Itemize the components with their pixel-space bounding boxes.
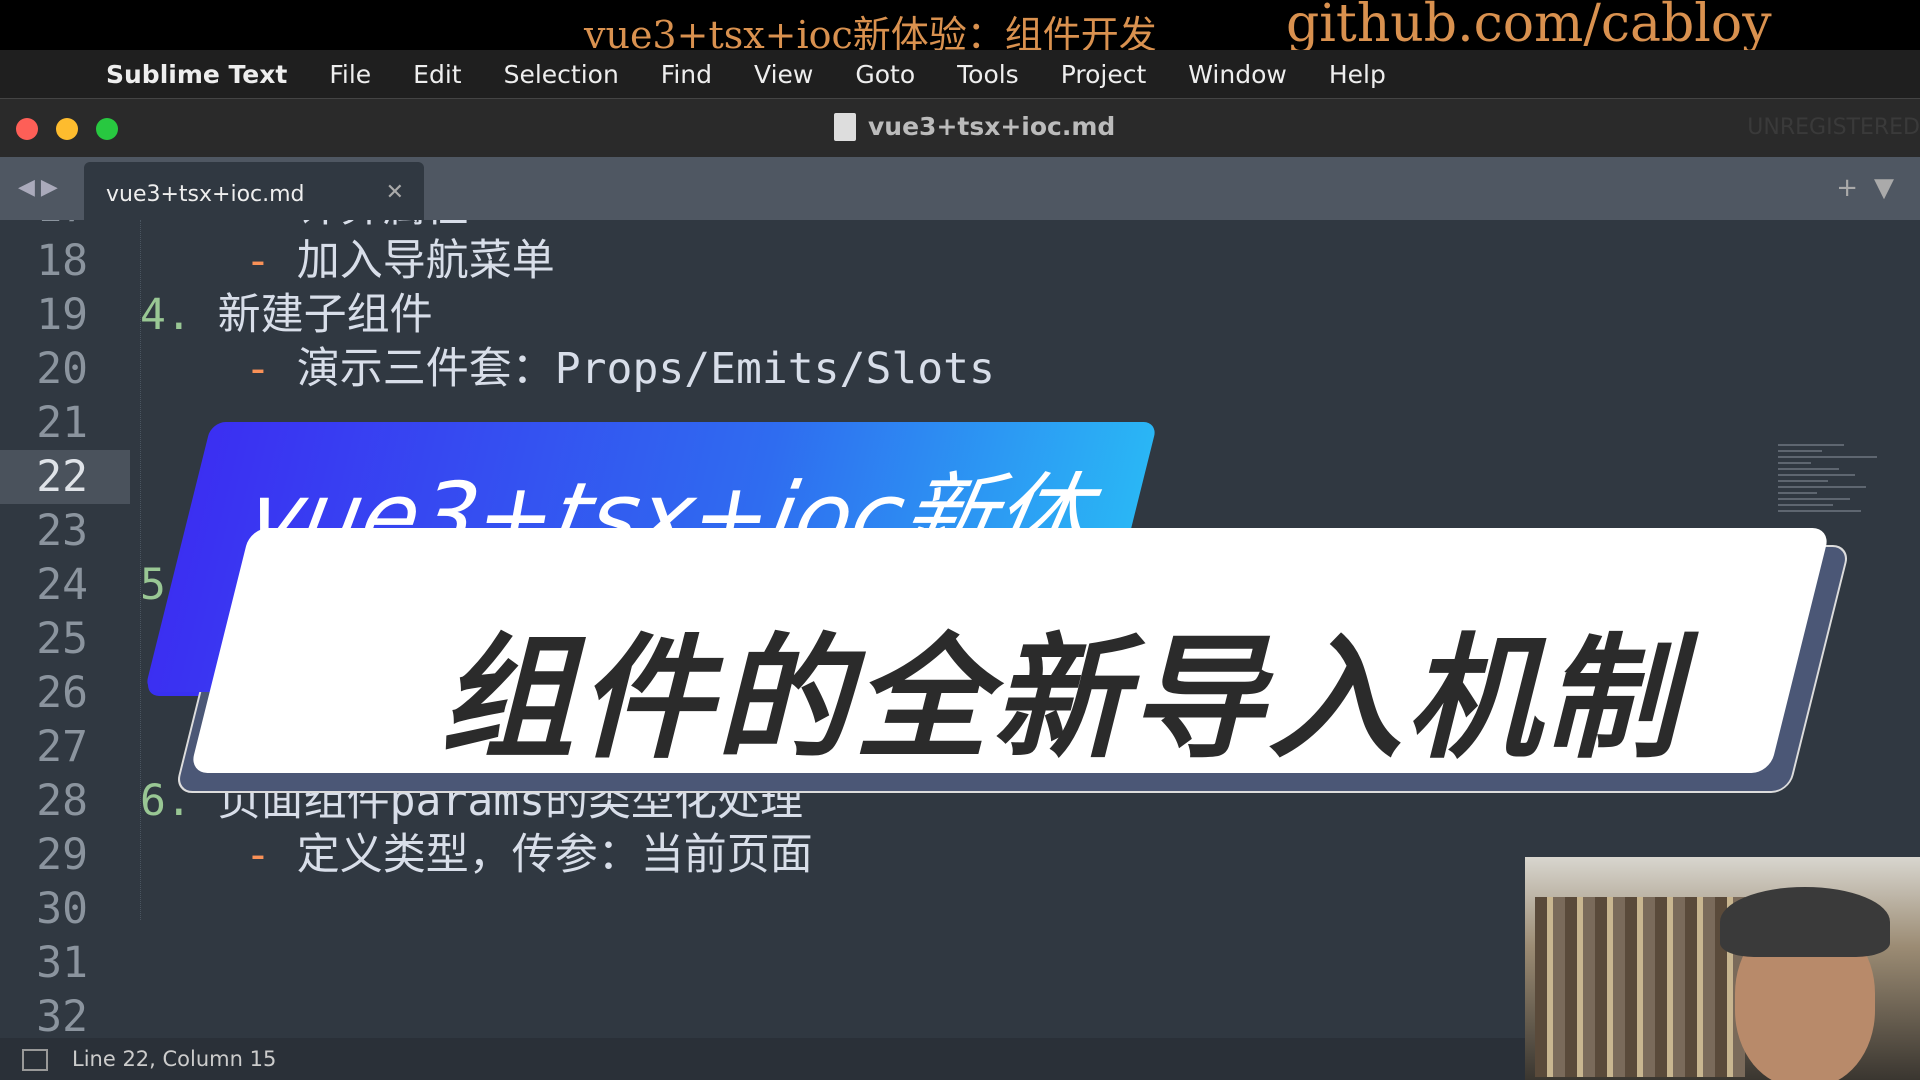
line-number: 23 xyxy=(36,506,88,556)
line-content xyxy=(245,990,271,1038)
line-number: 17 xyxy=(0,220,130,234)
tab-label: vue3+tsx+ioc.md xyxy=(106,182,305,207)
list-marker: - xyxy=(245,220,271,232)
new-tab-and-list-icons[interactable]: +▼ xyxy=(1836,173,1910,203)
code-line[interactable]: 17 - 计算属性 xyxy=(0,220,1900,234)
code-line[interactable]: 20 - 演示三件套：Props/Emits/Slots xyxy=(0,342,1900,396)
line-text: 演示三件套：Props/Emits/Slots xyxy=(296,344,995,394)
menu-file[interactable]: File xyxy=(329,60,371,89)
code-line[interactable]: 19 4. 新建子组件 xyxy=(0,288,1900,342)
window-title: vue3+tsx+ioc.md xyxy=(834,112,1115,141)
title-bar: vue3+tsx+ioc.md UNREGISTERED xyxy=(0,98,1920,157)
list-marker: 6. xyxy=(140,776,192,826)
line-content xyxy=(245,666,271,720)
list-marker: 4. xyxy=(140,290,192,340)
menu-goto[interactable]: Goto xyxy=(855,60,915,89)
banner-url: github.com/cabloy xyxy=(1286,0,1772,54)
line-text: 定义类型，传参：当前页面 xyxy=(296,830,813,880)
line-number: 29 xyxy=(36,830,88,880)
menu-selection[interactable]: Selection xyxy=(504,60,619,89)
menu-help[interactable]: Help xyxy=(1329,60,1386,89)
line-content xyxy=(245,504,271,558)
tab-active-file[interactable]: vue3+tsx+ioc.md ✕ xyxy=(84,162,424,220)
close-tab-icon[interactable]: ✕ xyxy=(386,180,404,205)
sidebar-toggle-icon[interactable] xyxy=(22,1049,48,1071)
menu-window[interactable]: Window xyxy=(1188,60,1287,89)
list-marker: 5 xyxy=(140,560,166,610)
code-line[interactable]: 25 xyxy=(0,612,1900,666)
cursor-position: Line 22, Column 15 xyxy=(72,1047,277,1071)
menu-edit[interactable]: Edit xyxy=(413,60,461,89)
code-line[interactable]: 23 xyxy=(0,504,1900,558)
code-line[interactable]: 27 - 手工输入url三个缺点：记不住，写错了，被改了 xyxy=(0,720,1900,774)
bookshelf xyxy=(1535,897,1745,1077)
code-line[interactable]: 26 xyxy=(0,666,1900,720)
line-content: 5 xyxy=(140,558,192,612)
presenter-cap xyxy=(1720,887,1890,957)
line-text: 页面组件params的类型化处理 xyxy=(217,776,804,826)
line-content xyxy=(245,882,271,936)
line-content: - 定义类型，传参：当前页面 xyxy=(245,828,813,882)
document-icon xyxy=(834,112,856,141)
line-number: 19 xyxy=(36,290,88,340)
menu-bar: Sublime Text File Edit Selection Find Vi… xyxy=(0,50,1920,98)
list-marker: - xyxy=(245,236,271,286)
window-title-text: vue3+tsx+ioc.md xyxy=(868,112,1116,141)
tab-nav-arrows-icon[interactable]: ◀▶ xyxy=(18,175,64,200)
minimize-window-button[interactable] xyxy=(56,118,78,140)
menu-project[interactable]: Project xyxy=(1061,60,1147,89)
line-text: 新建子组件 xyxy=(217,290,433,340)
line-number: 26 xyxy=(36,668,88,718)
code-line[interactable]: 18 - 加入导航菜单 xyxy=(0,234,1900,288)
line-number: 28 xyxy=(36,776,88,826)
line-number: 24 xyxy=(36,560,88,610)
line-number: 31 xyxy=(36,938,88,988)
tab-bar: ◀▶ vue3+tsx+ioc.md ✕ +▼ xyxy=(0,157,1920,220)
line-content: - 手工输入url三个缺点：记不住，写错了，被改了 xyxy=(245,720,1234,774)
line-content: - 演示三件套：Props/Emits/Slots xyxy=(245,342,995,396)
line-content xyxy=(245,396,271,450)
line-number: 21 xyxy=(36,398,88,448)
menu-tools[interactable]: Tools xyxy=(957,60,1019,89)
line-number: 30 xyxy=(36,884,88,934)
minimap[interactable] xyxy=(1778,444,1888,564)
code-line[interactable]: 22 xyxy=(0,450,1900,504)
line-number: 18 xyxy=(36,236,88,286)
code-line[interactable]: 28 6. 页面组件params的类型化处理 xyxy=(0,774,1900,828)
line-number: 22 xyxy=(0,450,130,504)
line-content xyxy=(245,612,271,666)
list-marker: - xyxy=(245,830,271,880)
list-marker: - xyxy=(245,722,271,772)
list-marker: - xyxy=(245,344,271,394)
line-text: 加入导航菜单 xyxy=(296,236,555,286)
line-number: 20 xyxy=(36,344,88,394)
code-line[interactable]: 24 5 xyxy=(0,558,1900,612)
line-content xyxy=(245,450,271,504)
video-banner: vue3+tsx+ioc新体验：组件开发 github.com/cabloy xyxy=(0,0,1920,57)
menu-view[interactable]: View xyxy=(754,60,813,89)
line-text: 手工输入url三个缺点：记不住，写错了，被改了 xyxy=(296,722,1235,772)
line-number: 32 xyxy=(36,992,88,1038)
menu-find[interactable]: Find xyxy=(661,60,712,89)
line-content xyxy=(245,936,271,990)
line-content: 4. 新建子组件 xyxy=(140,288,433,342)
line-content: 6. 页面组件params的类型化处理 xyxy=(140,774,803,828)
webcam-feed xyxy=(1525,857,1920,1080)
menu-app-name[interactable]: Sublime Text xyxy=(106,60,287,89)
zoom-window-button[interactable] xyxy=(96,118,118,140)
line-content: - 加入导航菜单 xyxy=(245,234,555,288)
unregistered-label: UNREGISTERED xyxy=(1747,115,1920,140)
close-window-button[interactable] xyxy=(16,118,38,140)
line-text: 计算属性 xyxy=(297,220,469,232)
line-number: 25 xyxy=(36,614,88,664)
line-content: - 计算属性 xyxy=(245,220,469,234)
code-line[interactable]: 21 xyxy=(0,396,1900,450)
line-number: 27 xyxy=(36,722,88,772)
